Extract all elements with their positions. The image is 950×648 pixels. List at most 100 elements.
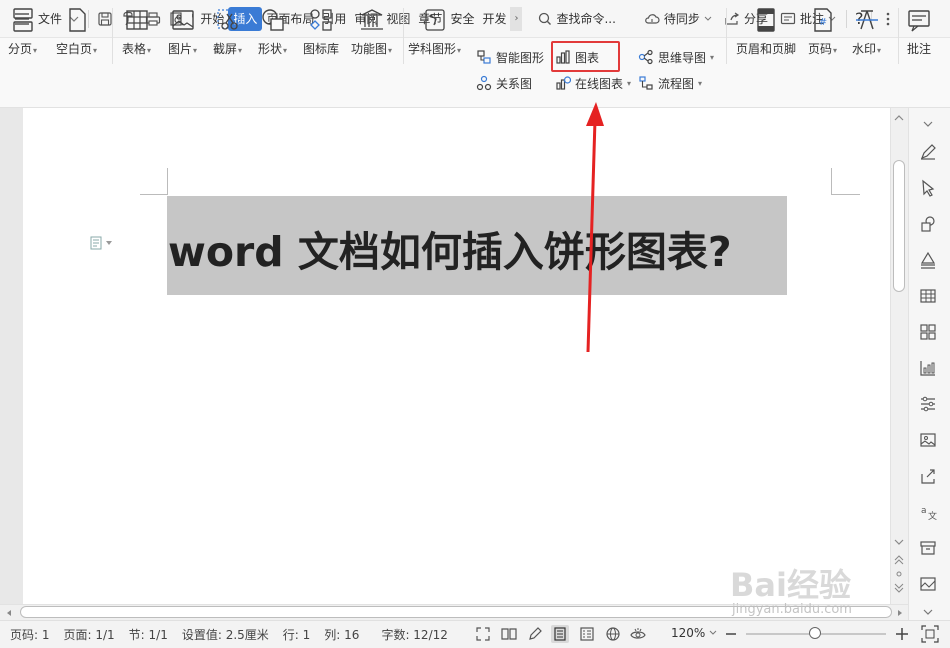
- chevron-down-icon: [704, 16, 712, 21]
- smart-art-button[interactable]: 智能图形: [476, 46, 544, 68]
- page-number-icon: #: [809, 6, 837, 34]
- mind-map-button[interactable]: 思维导图 ▾: [638, 46, 714, 68]
- pointer-icon[interactable]: [916, 176, 940, 200]
- header-footer-button[interactable]: 页眉和页脚: [736, 6, 796, 57]
- zoom-in-button[interactable]: [894, 626, 910, 642]
- search-icon: [539, 12, 552, 25]
- icon-library-button[interactable]: 图标库: [303, 6, 339, 57]
- style-icon[interactable]: [916, 248, 940, 272]
- function-chart-button[interactable]: 功能图▾: [351, 6, 392, 57]
- status-section[interactable]: 节: 1/1: [129, 626, 168, 643]
- chart-highlight-box: [551, 41, 620, 72]
- shapes-icon[interactable]: [916, 212, 940, 236]
- smart-art-label: 智能图形: [496, 50, 545, 65]
- mind-map-label: 思维导图: [658, 50, 707, 65]
- eye-protection-icon[interactable]: [629, 625, 647, 643]
- page-number-label: 页码: [808, 42, 833, 56]
- separator: [403, 8, 404, 64]
- shape-button[interactable]: 形状▾: [258, 6, 287, 57]
- status-setting-value[interactable]: 设置值: 2.5厘米: [182, 626, 269, 643]
- gallery-icon[interactable]: [916, 572, 940, 596]
- archive-icon[interactable]: [916, 536, 940, 560]
- picture-label: 图片: [168, 42, 193, 56]
- online-chart-button[interactable]: 在线图表 ▾: [555, 72, 631, 94]
- screenshot-label: 截屏: [213, 42, 238, 56]
- relation-chart-label: 关系图: [496, 76, 533, 91]
- separator: [845, 9, 847, 28]
- translate-icon[interactable]: a文: [916, 500, 940, 524]
- table-icon: [123, 6, 151, 34]
- vertical-scrollbar-thumb[interactable]: [893, 160, 905, 292]
- zoom-out-button[interactable]: [724, 626, 738, 642]
- screenshot-button[interactable]: 截屏▾: [213, 6, 242, 57]
- zoom-value: 120%: [671, 626, 706, 640]
- scroll-down-icon[interactable]: [893, 536, 905, 546]
- pen-icon[interactable]: [916, 140, 940, 164]
- blank-page-icon: [63, 6, 91, 34]
- scroll-up-icon[interactable]: [893, 112, 905, 122]
- reading-mode-icon[interactable]: [500, 625, 518, 643]
- flowchart-icon: [639, 76, 653, 90]
- scroll-left-icon[interactable]: [4, 607, 14, 617]
- subject-shape-button[interactable]: 学科图形▾: [408, 6, 461, 57]
- edit-mode-icon[interactable]: [526, 625, 544, 643]
- flowchart-button[interactable]: 流程图 ▾: [638, 72, 702, 94]
- grid-icon[interactable]: [916, 320, 940, 344]
- svg-text:#: #: [818, 17, 826, 28]
- separator: [898, 8, 899, 64]
- icon-library-icon: [307, 6, 335, 34]
- paragraph-layout-icon[interactable]: [89, 236, 112, 250]
- comment-ribbon-label: 批注: [906, 42, 931, 56]
- picture-button[interactable]: 图片▾: [168, 6, 197, 57]
- status-row[interactable]: 行: 1: [283, 626, 311, 643]
- status-page-count[interactable]: 页面: 1/1: [64, 626, 115, 643]
- chart-panel-icon[interactable]: [916, 356, 940, 380]
- picture-icon: [169, 6, 197, 34]
- image-panel-icon[interactable]: [916, 428, 940, 452]
- command-search-label: 查找命令...: [556, 12, 616, 26]
- watermark-brand: Bai经验: [730, 566, 851, 604]
- panel-collapse-icon[interactable]: [916, 112, 940, 136]
- table-panel-icon[interactable]: [916, 284, 940, 308]
- page-number-button[interactable]: # 页码▾: [808, 6, 837, 57]
- shape-label: 形状: [258, 42, 283, 56]
- table-button[interactable]: 表格▾: [122, 6, 151, 57]
- fit-page-icon[interactable]: [920, 624, 940, 644]
- page-break-button[interactable]: 分页▾: [8, 6, 37, 57]
- icon-library-label: 图标库: [303, 42, 340, 56]
- status-word-count[interactable]: 字数: 12/12: [381, 626, 447, 643]
- header-footer-label: 页眉和页脚: [736, 42, 797, 56]
- online-chart-label: 在线图表: [575, 76, 624, 91]
- settings-sliders-icon[interactable]: [916, 392, 940, 416]
- page-break-icon: [9, 6, 37, 34]
- command-search[interactable]: 查找命令...: [532, 7, 621, 31]
- smart-art-icon: [477, 50, 491, 64]
- tab-developer[interactable]: 开发: [478, 7, 510, 31]
- comment-icon: [905, 6, 933, 34]
- page-break-label: 分页: [8, 42, 33, 56]
- outline-view-icon[interactable]: [578, 625, 596, 643]
- export-icon[interactable]: [916, 464, 940, 488]
- zoom-dropdown[interactable]: 120%: [671, 626, 717, 640]
- separator: [112, 8, 113, 64]
- page-view-icon[interactable]: [551, 625, 569, 643]
- fullscreen-icon[interactable]: [474, 625, 492, 643]
- watermark-url: jingyan.baidu.com: [732, 602, 852, 617]
- web-view-icon[interactable]: [604, 625, 622, 643]
- status-column[interactable]: 列: 16: [324, 626, 359, 643]
- comment-button[interactable]: 批注: [905, 6, 933, 57]
- svg-text:文: 文: [928, 510, 937, 521]
- zoom-slider-thumb[interactable]: [808, 627, 821, 639]
- cloud-sync-icon: [645, 13, 660, 24]
- document-heading[interactable]: word 文档如何插入饼形图表?: [168, 218, 732, 278]
- watermark-button[interactable]: 水印▾: [852, 6, 881, 57]
- sync-label: 待同步: [663, 12, 700, 26]
- sync-status[interactable]: 待同步: [638, 7, 718, 31]
- relation-chart-button[interactable]: 关系图: [476, 72, 532, 94]
- blank-page-button[interactable]: 空白页▾: [56, 6, 97, 57]
- status-page-number[interactable]: 页码: 1: [10, 626, 50, 643]
- tabs-scroll-right-button[interactable]: ›: [510, 6, 523, 31]
- chevron-down-icon: [106, 241, 112, 245]
- margin-corner-top-left: [140, 168, 168, 195]
- flowchart-label: 流程图: [658, 76, 695, 91]
